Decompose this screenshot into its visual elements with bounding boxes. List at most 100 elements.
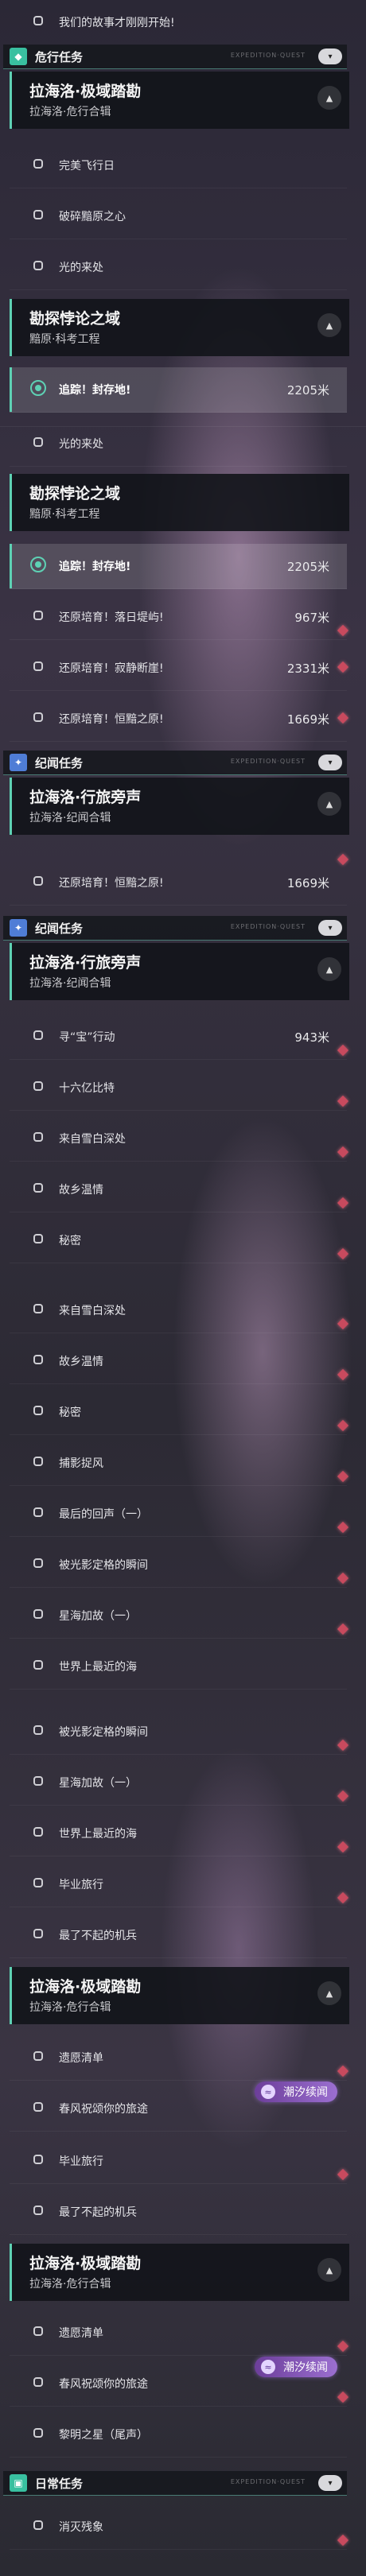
- collapse-badge[interactable]: ▾: [318, 2475, 342, 2491]
- quest-item[interactable]: 我们的故事才刚刚开始!: [10, 0, 347, 45]
- quest-item[interactable]: 遗愿清单: [10, 2310, 349, 2356]
- quest-title: 还原培育！恒黯之原!: [59, 713, 164, 726]
- quest-item[interactable]: 最了不起的机兵: [10, 1913, 347, 1958]
- quest-item[interactable]: 春风祝颂你的旅途 ≈ 潮汐续闻: [10, 2357, 349, 2407]
- chevron-up-icon[interactable]: ▲: [317, 313, 341, 337]
- quest-item[interactable]: 捕影捉风: [10, 1441, 349, 1486]
- quest-title: 寻“宝”行动: [59, 1031, 115, 1044]
- quest-item[interactable]: 十六亿比特: [10, 1065, 349, 1111]
- quest-item[interactable]: 毕业旅行: [10, 1862, 349, 1907]
- collapse-badge[interactable]: ▾: [318, 755, 342, 770]
- quest-distance: 943米: [294, 1030, 329, 1045]
- chain-title: 拉海洛·极域踏勘: [29, 1978, 142, 1996]
- quest-item[interactable]: 来自雪白深处: [10, 1116, 349, 1162]
- quest-title: 来自雪白深处: [59, 1133, 126, 1146]
- quest-item[interactable]: 还原培育！恒黯之原! 1669米: [10, 696, 349, 742]
- map-marker-icon: [337, 1044, 349, 1057]
- chain-subtitle: 拉海洛·危行合辑: [29, 2278, 111, 2291]
- quest-title: 秘密: [59, 1406, 81, 1419]
- category-header-chronicle[interactable]: ✦ 纪闻任务 EXPEDITION·QUEST ▾: [3, 751, 347, 775]
- quest-item[interactable]: 被光影定格的瞬间: [10, 1542, 349, 1588]
- quest-item[interactable]: 破碎黯原之心: [10, 194, 347, 239]
- map-marker-icon: [337, 1095, 349, 1108]
- quest-status-icon: [33, 1660, 43, 1670]
- quest-chain-header[interactable]: 拉海洛·行旅旁声 拉海洛·纪闻合辑 ▲: [10, 778, 349, 835]
- tracking-icon: [30, 557, 46, 572]
- quest-title: 被光影定格的瞬间: [59, 1726, 148, 1739]
- map-marker-icon: [337, 1146, 349, 1158]
- quest-chain-header[interactable]: 勘探悖论之域 黯原·科考工程 ▲: [10, 299, 349, 356]
- category-deco: EXPEDITION·QUEST: [230, 2478, 306, 2485]
- quest-status-icon: [33, 1457, 43, 1466]
- quest-item[interactable]: 来自雪白深处: [10, 1288, 349, 1333]
- collapse-badge[interactable]: ▾: [318, 920, 342, 936]
- quest-item[interactable]: 秘密: [10, 1390, 349, 1435]
- chain-title: 拉海洛·极域踏勘: [29, 83, 142, 100]
- quest-item[interactable]: 世界上最近的海: [10, 1644, 347, 1690]
- quest-item[interactable]: 完美飞行日: [10, 143, 347, 188]
- quest-title: 故乡温情: [59, 1184, 103, 1197]
- quest-distance: 2205米: [286, 383, 329, 398]
- quest-status-icon: [33, 1609, 43, 1619]
- category-header-chronicle[interactable]: ✦ 纪闻任务 EXPEDITION·QUEST ▾: [3, 916, 347, 941]
- quest-status-icon: [33, 1183, 43, 1193]
- quest-title: 黎明之星（尾声）: [59, 2429, 148, 2442]
- quest-item[interactable]: 故乡温情: [10, 1339, 349, 1384]
- quest-status-icon: [33, 661, 43, 671]
- quest-status-icon: [33, 1355, 43, 1364]
- category-header-hazard[interactable]: ◆ 危行任务 EXPEDITION·QUEST ▾: [3, 45, 347, 69]
- quest-item-tracked[interactable]: 追踪！封存地! 2205米: [10, 367, 347, 413]
- quest-chain-header[interactable]: 拉海洛·行旅旁声 拉海洛·纪闻合辑 ▲: [10, 943, 349, 1000]
- quest-item[interactable]: 遗愿清单: [10, 2035, 349, 2081]
- tracking-icon: [30, 380, 46, 396]
- quest-item[interactable]: 被光影定格的瞬间: [10, 1709, 349, 1755]
- quest-item[interactable]: 还原培育！寂静断崖! 2331米: [10, 646, 349, 691]
- quest-title: 被光影定格的瞬间: [59, 1559, 148, 1572]
- quest-title: 捕影捉风: [59, 1457, 103, 1470]
- quest-item[interactable]: 毕业旅行: [10, 2139, 349, 2184]
- quest-item[interactable]: 故乡温情: [10, 1167, 349, 1212]
- quest-item[interactable]: 还原培育！落日堤屿! 967米: [10, 595, 349, 640]
- quest-item[interactable]: 最后的回声（一）: [10, 1492, 349, 1537]
- quest-title: 十六亿比特: [59, 1082, 115, 1095]
- quest-item[interactable]: 秘密: [10, 1218, 349, 1263]
- quest-item[interactable]: 还原培育！恒黯之原! 1669米: [10, 853, 349, 906]
- quest-item[interactable]: 光的来处: [10, 245, 347, 290]
- quest-chain-header[interactable]: 拉海洛·极域踏勘 拉海洛·危行合辑 ▲: [10, 2244, 349, 2301]
- quest-status-icon: [33, 1081, 43, 1091]
- quest-item-tracked[interactable]: 追踪！封存地! 2205米: [10, 544, 347, 589]
- category-header-daily[interactable]: ▣ 日常任务 EXPEDITION·QUEST ▾: [3, 2471, 347, 2496]
- chevron-up-icon[interactable]: ▲: [317, 1981, 341, 2005]
- tide-news-badge[interactable]: ≈ 潮汐续闻: [255, 2357, 337, 2377]
- category-deco: EXPEDITION·QUEST: [230, 52, 306, 59]
- map-marker-icon: [337, 853, 349, 866]
- quest-title: 追踪！封存地!: [59, 561, 131, 573]
- quest-distance: 967米: [294, 611, 329, 625]
- quest-chain-header[interactable]: 拉海洛·极域踏勘 拉海洛·危行合辑 ▲: [10, 72, 349, 129]
- quest-item[interactable]: 最了不起的机兵: [10, 2190, 347, 2235]
- chevron-up-icon[interactable]: ▲: [317, 2258, 341, 2282]
- chevron-up-icon[interactable]: ▲: [317, 957, 341, 981]
- collapse-badge[interactable]: ▾: [318, 48, 342, 64]
- quest-item[interactable]: 寻“宝”行动 943米: [10, 1014, 349, 1060]
- sparkle-icon: ✦: [10, 919, 27, 937]
- quest-item[interactable]: 星海加故（一）: [10, 1760, 349, 1806]
- quest-status-icon: [33, 1132, 43, 1142]
- quest-item[interactable]: 春风祝颂你的旅途 ≈ 潮汐续闻: [10, 2081, 347, 2132]
- chevron-up-icon[interactable]: ▲: [317, 792, 341, 816]
- quest-item[interactable]: 光的来处: [10, 421, 347, 467]
- quest-item[interactable]: 星海加故（一）: [10, 1593, 349, 1639]
- quest-chain-header[interactable]: 勘探悖论之域 黯原·科考工程: [10, 474, 349, 531]
- quest-item[interactable]: 消灭残象: [10, 2504, 349, 2550]
- chain-subtitle: 黯原·科考工程: [29, 508, 100, 521]
- chain-title: 拉海洛·行旅旁声: [29, 954, 142, 972]
- tide-news-badge[interactable]: ≈ 潮汐续闻: [255, 2081, 337, 2102]
- category-title: 危行任务: [35, 49, 84, 64]
- quest-item[interactable]: 世界上最近的海: [10, 1811, 349, 1856]
- quest-status-icon: [33, 437, 43, 447]
- quest-status-icon: [33, 16, 43, 25]
- quest-chain-header[interactable]: 拉海洛·极域踏勘 拉海洛·危行合辑 ▲: [10, 1967, 349, 2024]
- quest-status-icon: [33, 1507, 43, 1517]
- chevron-up-icon[interactable]: ▲: [317, 86, 341, 110]
- quest-item[interactable]: 黎明之星（尾声）: [10, 2412, 347, 2458]
